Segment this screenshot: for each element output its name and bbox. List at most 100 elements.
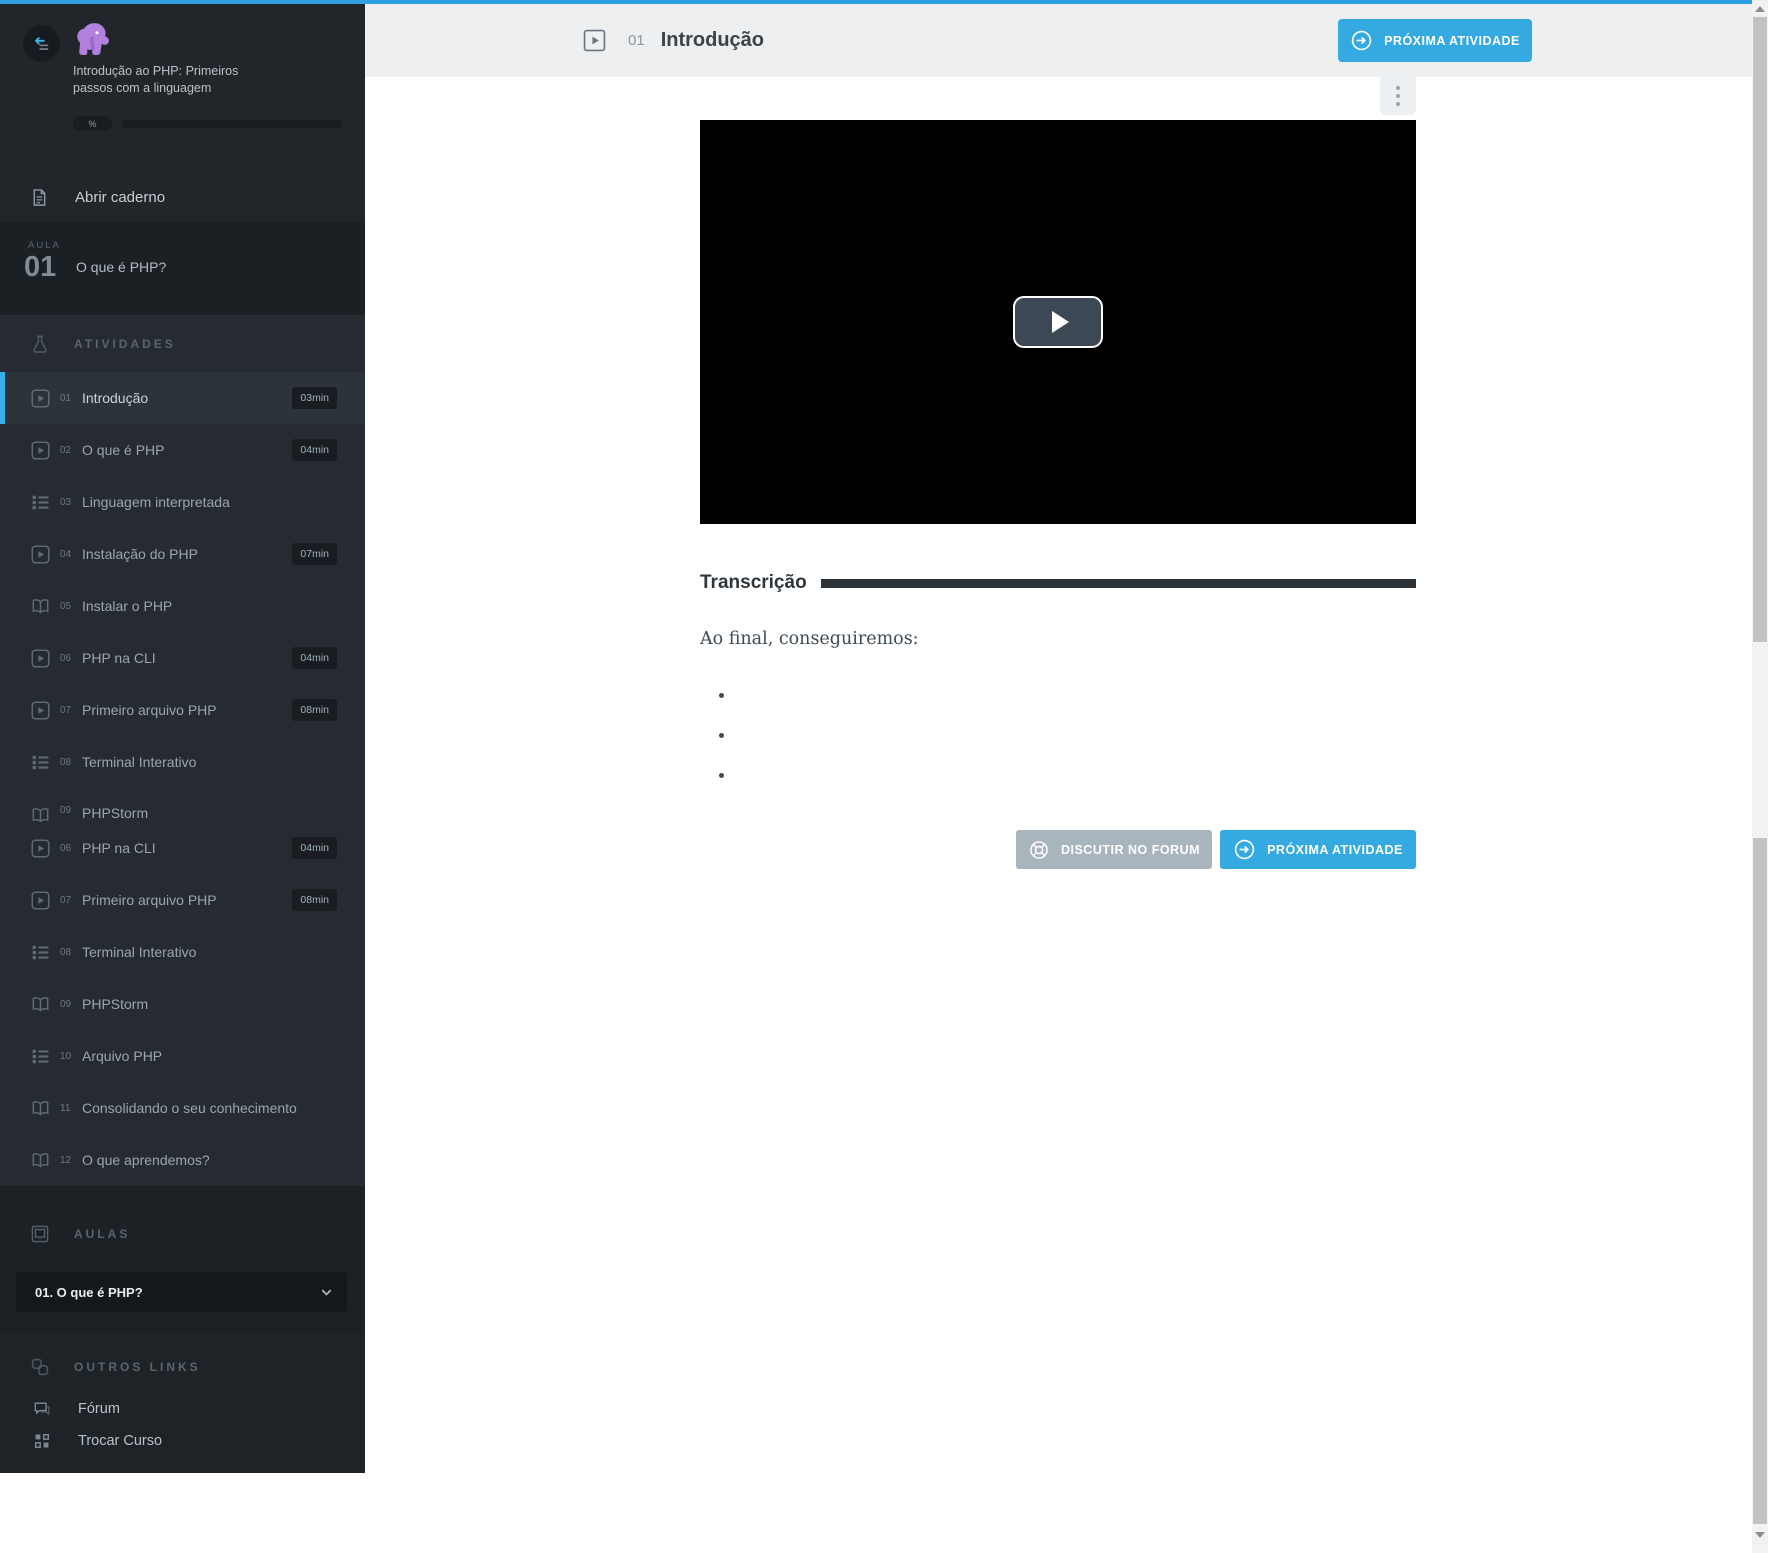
activity-label: Consolidando o seu conhecimento bbox=[82, 1100, 297, 1116]
play-button[interactable] bbox=[1013, 296, 1103, 348]
activity-label: PHPStorm bbox=[82, 996, 149, 1012]
sidebar-link[interactable]: Fórum bbox=[0, 1393, 365, 1425]
video-activity-icon bbox=[30, 648, 50, 668]
flask-icon bbox=[30, 334, 50, 354]
activity-duration-badge: 04min bbox=[292, 837, 337, 859]
activity-row[interactable]: 01 Introdução 03min bbox=[0, 372, 365, 424]
video-type-icon bbox=[583, 29, 606, 52]
activity-row[interactable]: 02 O que é PHP 04min bbox=[0, 424, 365, 476]
activity-row[interactable]: 07 Primeiro arquivo PHP 08min bbox=[0, 874, 365, 926]
activities-section: ATIVIDADES 01 Introdução 03min 02 O que … bbox=[0, 315, 365, 1186]
circle-arrow-icon bbox=[1350, 29, 1373, 52]
activity-row[interactable]: 10 Arquivo PHP bbox=[0, 1030, 365, 1082]
transcript-bullet-list bbox=[700, 681, 1361, 792]
heading-rule bbox=[820, 578, 1416, 588]
next-activity-button-top[interactable]: PRÓXIMA ATIVIDADE bbox=[1338, 19, 1532, 62]
activity-duration-badge: 08min bbox=[292, 699, 337, 721]
activity-number: 03 bbox=[60, 496, 72, 508]
exercise-activity-icon bbox=[30, 942, 50, 962]
activity-label: Introdução bbox=[82, 390, 149, 406]
activities-section-header: ATIVIDADES bbox=[0, 315, 365, 372]
activity-label: Instalação do PHP bbox=[82, 546, 198, 562]
activity-row[interactable]: 05 Instalar o PHP bbox=[0, 580, 365, 632]
exercise-activity-icon bbox=[30, 1046, 50, 1066]
activity-label: Arquivo PHP bbox=[82, 1048, 163, 1064]
lessons-section-header: AULAS bbox=[0, 1222, 130, 1246]
activity-row[interactable]: 08 Terminal Interativo bbox=[0, 926, 365, 978]
activity-number: 05 bbox=[60, 600, 72, 612]
notebook-icon bbox=[30, 188, 49, 207]
collapse-arrow-icon bbox=[34, 36, 48, 50]
activity-row[interactable]: 09 PHPStorm bbox=[0, 978, 365, 1030]
open-notebook-label: Abrir caderno bbox=[75, 188, 166, 206]
next-activity-button-bottom[interactable]: PRÓXIMA ATIVIDADE bbox=[1220, 830, 1416, 869]
reading-activity-icon bbox=[30, 994, 50, 1014]
activity-row[interactable]: 08 Terminal Interativo bbox=[0, 736, 365, 788]
lesson-select-value: 01. O que é PHP? bbox=[35, 1284, 143, 1300]
activity-row[interactable]: 12 O que aprendemos? bbox=[0, 1134, 365, 1186]
course-page: Introdução ao PHP: Primeiros passos com … bbox=[0, 0, 1768, 1553]
page-scrollbar[interactable] bbox=[1752, 0, 1768, 1553]
open-notebook-button[interactable]: Abrir caderno bbox=[0, 172, 365, 222]
scroll-down-arrow[interactable] bbox=[1755, 1532, 1765, 1538]
activity-header-title: Introdução bbox=[660, 29, 765, 51]
activity-row[interactable]: 07 Primeiro arquivo PHP 08min bbox=[0, 684, 365, 736]
progress-percent-badge: % bbox=[73, 116, 112, 131]
transcription-heading: Transcrição bbox=[700, 572, 807, 593]
lifebuoy-icon bbox=[1028, 839, 1050, 861]
transcript-bullet bbox=[736, 761, 1361, 792]
activity-label: PHP na CLI bbox=[82, 650, 156, 666]
exercise-activity-icon bbox=[30, 752, 50, 772]
more-options-menu[interactable] bbox=[1380, 77, 1416, 115]
transcript-bullet bbox=[736, 681, 1361, 712]
other-links-list: Fórum Trocar Curso bbox=[0, 1393, 365, 1457]
video-player[interactable] bbox=[700, 120, 1416, 524]
activity-row[interactable]: 09 PHPStorm bbox=[0, 788, 365, 822]
main-content: 01 Introdução PRÓXIMA ATIVIDADE Transcri… bbox=[365, 4, 1752, 1553]
activity-label: O que é PHP bbox=[82, 442, 165, 458]
bottom-actions: DISCUTIR NO FORUM PRÓXIMA ATIVIDADE bbox=[700, 830, 1416, 869]
transcription-heading-row: Transcrição bbox=[700, 572, 1416, 594]
activity-number: 09 bbox=[60, 805, 72, 816]
transcript-bullet bbox=[736, 721, 1361, 752]
chain-link-icon bbox=[30, 1357, 50, 1377]
activity-label: Terminal Interativo bbox=[82, 754, 197, 770]
lesson-select-dropdown[interactable]: 01. O que é PHP? bbox=[16, 1272, 347, 1312]
video-activity-icon bbox=[30, 388, 50, 408]
activity-row[interactable]: 06 PHP na CLI 04min bbox=[0, 822, 365, 874]
reading-activity-icon bbox=[30, 1098, 50, 1118]
activity-row[interactable]: 06 PHP na CLI 04min bbox=[0, 632, 365, 684]
reading-activity-icon bbox=[30, 596, 50, 616]
activity-label: Terminal Interativo bbox=[82, 944, 197, 960]
discuss-forum-button[interactable]: DISCUTIR NO FORUM bbox=[1016, 830, 1212, 869]
next-activity-label: PRÓXIMA ATIVIDADE bbox=[1384, 33, 1520, 48]
sidebar-link[interactable]: Trocar Curso bbox=[0, 1425, 365, 1457]
exercise-activity-icon bbox=[30, 492, 50, 512]
transcript-list-intro: Ao final, conseguiremos: bbox=[700, 629, 919, 649]
video-activity-icon bbox=[30, 544, 50, 564]
discuss-forum-label: DISCUTIR NO FORUM bbox=[1060, 842, 1201, 857]
active-indicator bbox=[0, 372, 5, 424]
reading-activity-icon bbox=[30, 1150, 50, 1170]
switch-course-icon bbox=[33, 1432, 51, 1450]
activity-label: Linguagem interpretada bbox=[82, 494, 230, 510]
activity-label: Instalar o PHP bbox=[82, 598, 173, 614]
activity-number: 07 bbox=[60, 704, 72, 716]
scrollbar-thumb[interactable] bbox=[1753, 838, 1767, 1524]
activity-row[interactable]: 03 Linguagem interpretada bbox=[0, 476, 365, 528]
activity-duration-badge: 08min bbox=[292, 889, 337, 911]
scroll-up-arrow[interactable] bbox=[1755, 6, 1765, 12]
activity-duration-badge: 07min bbox=[292, 543, 337, 565]
activity-duration-badge: 04min bbox=[292, 439, 337, 461]
activity-label: PHP na CLI bbox=[82, 840, 156, 856]
other-links-header: OUTROS LINKS bbox=[0, 1355, 365, 1379]
activity-label: PHPStorm bbox=[82, 805, 149, 821]
collapse-sidebar-button[interactable] bbox=[23, 25, 60, 62]
course-sidebar: Introdução ao PHP: Primeiros passos com … bbox=[0, 4, 365, 1473]
current-lesson-block: AULA 01 O que é PHP? bbox=[0, 222, 365, 315]
activity-row[interactable]: 11 Consolidando o seu conhecimento bbox=[0, 1082, 365, 1134]
lesson-kicker: AULA bbox=[28, 240, 61, 251]
scrollbar-thumb[interactable] bbox=[1753, 17, 1767, 642]
activity-row[interactable]: 04 Instalação do PHP 07min bbox=[0, 528, 365, 580]
activity-number: 09 bbox=[60, 998, 72, 1010]
